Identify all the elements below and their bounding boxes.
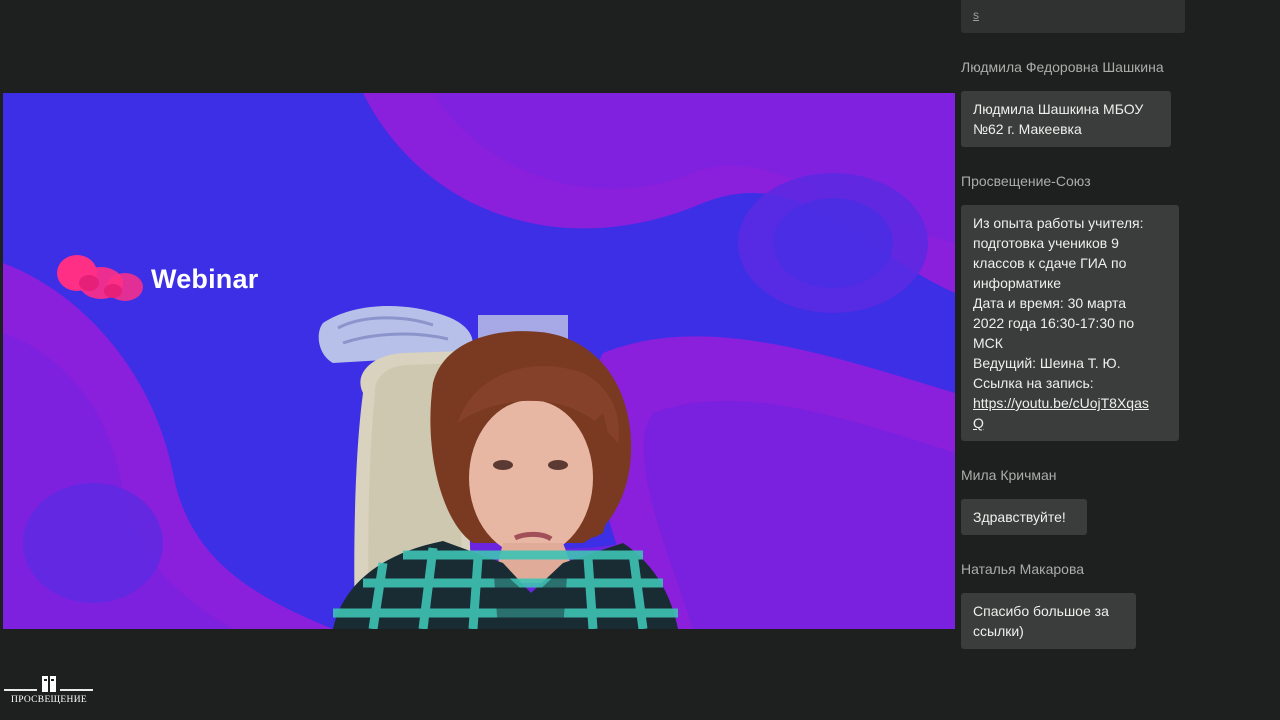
- presenter-image: [318, 305, 678, 629]
- message-bubble: Из опыта работы учителя: подготовка учен…: [961, 205, 1179, 441]
- message-line: Ссылка на запись:: [973, 375, 1094, 391]
- message-line: ссылки): [973, 623, 1024, 639]
- message-bubble: Здравствуйте!: [961, 499, 1087, 535]
- recording-link-continuation[interactable]: Q: [973, 413, 1167, 433]
- message-line: Людмила Шашкина МБОУ: [973, 101, 1144, 117]
- logo-text: ПРОСВЕЩЕНИЕ: [11, 695, 87, 705]
- message-author: Мила Кричман: [961, 467, 1057, 483]
- message-line: классов к сдаче ГИА по: [973, 255, 1127, 271]
- message-line: Спасибо большое за: [973, 603, 1109, 619]
- message-line: Из опыта работы учителя:: [973, 215, 1144, 231]
- message-author: Наталья Макарова: [961, 561, 1085, 577]
- message-author: Просвещение-Союз: [961, 173, 1091, 189]
- message-bubble: Спасибо большое за ссылки): [961, 593, 1136, 649]
- message-line: Дата и время: 30 марта: [973, 295, 1126, 311]
- message-line: подготовка учеников 9: [973, 235, 1119, 251]
- message-line: МСК: [973, 335, 1003, 351]
- message-bubble: Людмила Шашкина МБОУ №62 г. Макеевка: [961, 91, 1171, 147]
- recording-link[interactable]: https://youtu.be/cUojT8Xqas: [973, 393, 1167, 413]
- previous-message-bubble: s: [961, 0, 1185, 33]
- message-line: Здравствуйте!: [973, 509, 1066, 525]
- chat-panel[interactable]: s Людмила Федоровна Шашкина Людмила Шашк…: [955, 0, 1280, 720]
- prosveshchenie-logo: ПРОСВЕЩЕНИЕ: [4, 675, 94, 707]
- book-emblem-icon: [42, 676, 56, 692]
- message-line: 2022 года 16:30-17:30 по: [973, 315, 1135, 331]
- message-author: Людмила Федоровна Шашкина: [961, 59, 1164, 75]
- webinar-video-frame[interactable]: Webinar: [3, 93, 955, 629]
- message-line: №62 г. Макеевка: [973, 121, 1082, 137]
- message-line: информатике: [973, 275, 1062, 291]
- message-line: Ведущий: Шеина Т. Ю.: [973, 355, 1121, 371]
- logo-rule-right: [60, 689, 93, 691]
- previous-message-text[interactable]: s: [973, 8, 979, 22]
- logo-rule-left: [4, 689, 37, 691]
